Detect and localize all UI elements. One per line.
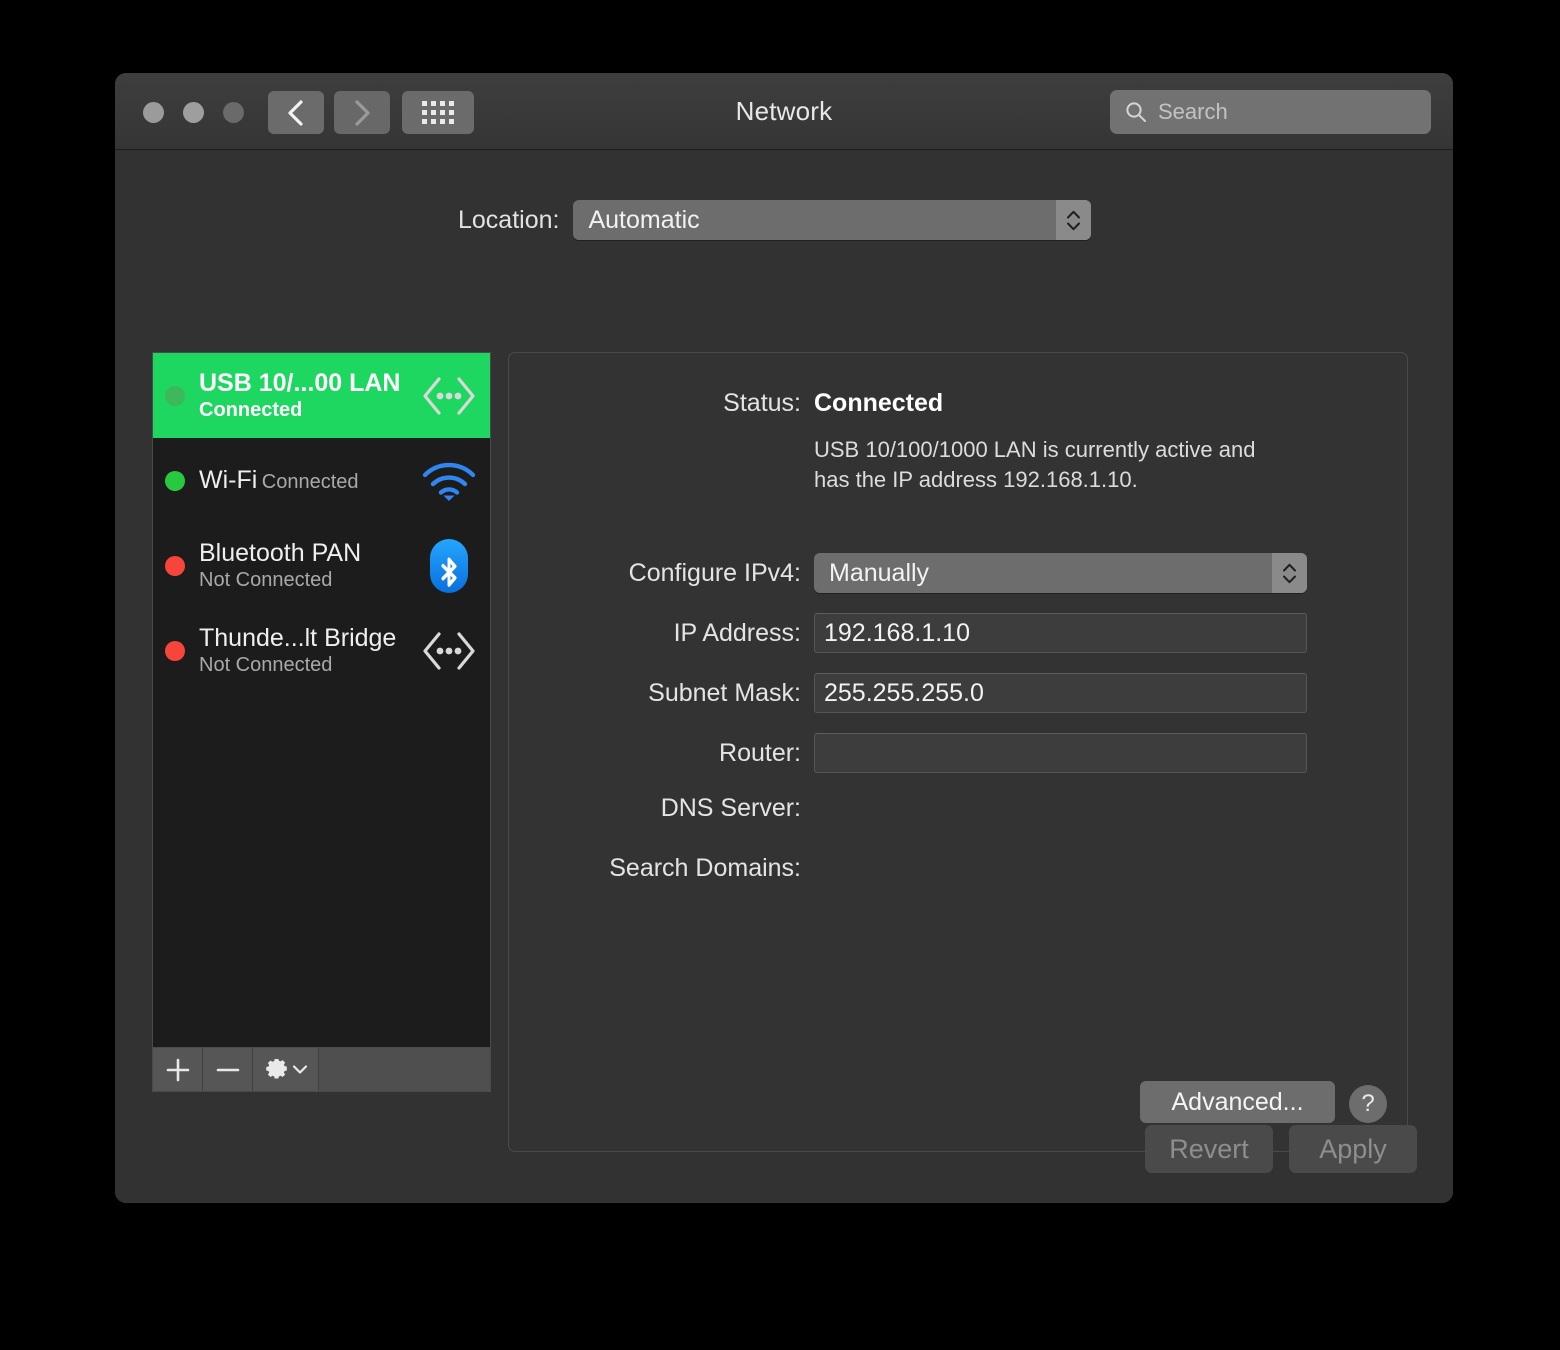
add-service-button[interactable] bbox=[153, 1048, 203, 1091]
toolbar-filler bbox=[319, 1048, 490, 1091]
list-item-bluetooth-pan[interactable]: Bluetooth PAN Not Connected bbox=[153, 523, 490, 608]
configure-ipv4-row: Configure IPv4: Manually bbox=[509, 553, 1307, 593]
ethernet-icon bbox=[418, 368, 480, 424]
interface-name: Bluetooth PAN bbox=[199, 539, 362, 568]
search-field[interactable]: Search bbox=[1110, 90, 1431, 134]
interface-state: Connected bbox=[261, 471, 359, 494]
ip-address-input[interactable]: 192.168.1.10 bbox=[814, 613, 1307, 653]
status-value: Connected bbox=[814, 389, 944, 417]
router-row: Router: bbox=[509, 733, 1307, 773]
advanced-button[interactable]: Advanced... bbox=[1140, 1081, 1335, 1123]
configure-ipv4-select[interactable]: Manually bbox=[814, 553, 1307, 593]
status-dot bbox=[165, 555, 185, 576]
router-label: Router: bbox=[719, 738, 801, 767]
chevron-down-icon bbox=[1067, 222, 1081, 230]
interface-name: USB 10/...00 LAN bbox=[199, 369, 401, 398]
network-preferences-window: Network Search Location: Automatic USB 1… bbox=[115, 73, 1453, 1203]
search-domains-row: Search Domains: bbox=[509, 854, 1284, 883]
configure-ipv4-value: Manually bbox=[829, 558, 930, 587]
interface-state: Connected bbox=[199, 398, 303, 421]
footer-buttons: Revert Apply bbox=[1145, 1125, 1417, 1173]
location-value: Automatic bbox=[588, 205, 700, 234]
remove-service-button[interactable] bbox=[203, 1048, 253, 1091]
router-input[interactable] bbox=[814, 733, 1307, 773]
status-dot bbox=[165, 385, 185, 406]
search-placeholder: Search bbox=[1158, 99, 1228, 124]
minus-icon bbox=[216, 1068, 239, 1071]
apply-button[interactable]: Apply bbox=[1289, 1125, 1417, 1173]
window-titlebar: Network Search bbox=[115, 73, 1453, 150]
status-label: Status: bbox=[723, 389, 801, 417]
plus-icon bbox=[166, 1058, 189, 1081]
configure-ipv4-label: Configure IPv4: bbox=[628, 558, 801, 587]
status-description-row: . USB 10/100/1000 LAN is currently activ… bbox=[509, 435, 1284, 496]
status-dot bbox=[165, 640, 185, 661]
bluetooth-icon bbox=[418, 538, 480, 594]
search-domains-label: Search Domains: bbox=[609, 854, 801, 882]
window-content: Location: Automatic USB 10/...00 LAN Con… bbox=[115, 150, 1453, 1203]
network-services-list: USB 10/...00 LAN Connected Wi-Fi Connect… bbox=[152, 352, 491, 1092]
interface-list: USB 10/...00 LAN Connected Wi-Fi Connect… bbox=[153, 353, 490, 1048]
configure-ipv4-stepper-icon bbox=[1272, 553, 1307, 593]
location-row: Location: Automatic bbox=[115, 200, 1453, 240]
wifi-icon bbox=[418, 453, 480, 509]
interface-name: Wi-Fi bbox=[199, 466, 258, 495]
search-icon bbox=[1126, 102, 1146, 122]
list-item-thunderbolt-bridge[interactable]: Thunde...lt Bridge Not Connected bbox=[153, 608, 490, 693]
ip-address-label: IP Address: bbox=[673, 618, 801, 647]
revert-button[interactable]: Revert bbox=[1145, 1125, 1273, 1173]
subnet-mask-input[interactable]: 255.255.255.0 bbox=[814, 673, 1307, 713]
list-item-wifi[interactable]: Wi-Fi Connected bbox=[153, 438, 490, 523]
ip-address-row: IP Address: 192.168.1.10 bbox=[509, 613, 1307, 653]
service-detail-panel: Status: Connected . USB 10/100/1000 LAN … bbox=[508, 352, 1408, 1152]
chevron-up-icon bbox=[1067, 210, 1081, 218]
subnet-mask-row: Subnet Mask: 255.255.255.0 bbox=[509, 673, 1307, 713]
dns-server-label: DNS Server: bbox=[660, 794, 801, 822]
list-item-usb-lan[interactable]: USB 10/...00 LAN Connected bbox=[153, 353, 490, 438]
subnet-mask-label: Subnet Mask: bbox=[648, 678, 801, 707]
interface-name: Thunde...lt Bridge bbox=[199, 624, 397, 653]
dns-server-row: DNS Server: bbox=[509, 794, 1284, 823]
location-select[interactable]: Automatic bbox=[573, 200, 1092, 240]
help-button[interactable]: ? bbox=[1349, 1085, 1387, 1123]
chevron-down-icon bbox=[292, 1065, 308, 1074]
location-stepper-icon bbox=[1056, 200, 1092, 240]
status-row: Status: Connected bbox=[509, 389, 943, 418]
chevron-up-icon bbox=[1283, 563, 1296, 571]
interface-state: Not Connected bbox=[199, 568, 333, 591]
status-description: USB 10/100/1000 LAN is currently active … bbox=[814, 437, 1256, 493]
chevron-down-icon bbox=[1283, 575, 1296, 583]
service-actions-button[interactable] bbox=[253, 1048, 319, 1091]
services-toolbar bbox=[153, 1047, 490, 1091]
location-label: Location: bbox=[458, 205, 560, 234]
ethernet-icon bbox=[418, 623, 480, 679]
gear-icon bbox=[266, 1058, 287, 1079]
interface-state: Not Connected bbox=[199, 653, 333, 676]
status-dot bbox=[165, 470, 185, 491]
